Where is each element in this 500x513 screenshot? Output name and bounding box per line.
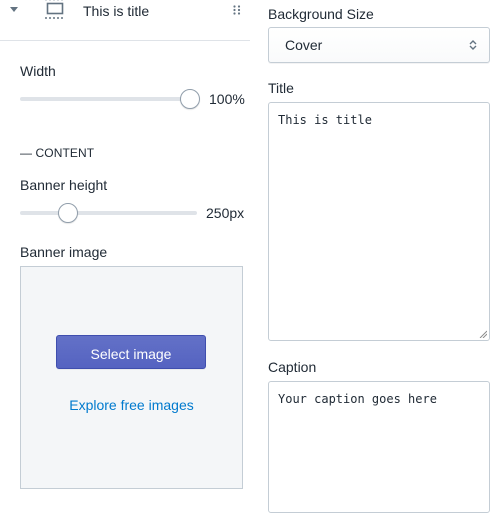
width-slider-track[interactable] — [20, 97, 190, 101]
settings-left-column: This is title Width 100% — CONTENT Banne… — [0, 0, 250, 500]
explore-free-images-link[interactable]: Explore free images — [21, 397, 242, 413]
resize-handle-icon[interactable] — [479, 330, 487, 338]
width-slider-handle[interactable] — [180, 89, 200, 109]
background-size-label: Background Size — [268, 6, 374, 22]
banner-height-slider[interactable] — [20, 202, 197, 224]
settings-right-column: Background Size Cover Title This is titl… — [250, 0, 500, 513]
banner-height-slider-track[interactable] — [20, 211, 197, 215]
background-size-value: Cover — [285, 37, 323, 53]
width-value: 100% — [209, 91, 245, 107]
section-header[interactable]: This is title — [0, 0, 250, 41]
background-size-select[interactable]: Cover — [268, 27, 490, 63]
banner-height-value: 250px — [206, 205, 245, 221]
title-textarea[interactable]: This is title — [268, 102, 490, 341]
banner-section-icon — [45, 0, 65, 19]
caption-textarea[interactable]: Your caption goes here — [268, 381, 490, 513]
title-label: Title — [268, 80, 294, 96]
collapse-caret-icon[interactable] — [10, 7, 18, 12]
drag-handle-icon[interactable] — [233, 5, 241, 15]
banner-image-dropzone[interactable]: Select image Explore free images — [20, 266, 243, 489]
section-title: This is title — [83, 3, 150, 19]
banner-height-label: Banner height — [20, 177, 108, 193]
banner-image-label: Banner image — [20, 244, 108, 260]
caption-textarea-value: Your caption goes here — [278, 392, 437, 406]
banner-height-slider-handle[interactable] — [57, 203, 78, 223]
content-heading: — CONTENT — [20, 146, 95, 160]
select-image-button[interactable]: Select image — [56, 335, 206, 369]
width-label: Width — [20, 63, 56, 79]
caption-label: Caption — [268, 359, 317, 375]
title-textarea-value: This is title — [278, 113, 372, 127]
width-slider[interactable] — [20, 88, 200, 110]
select-arrows-icon — [469, 40, 477, 50]
